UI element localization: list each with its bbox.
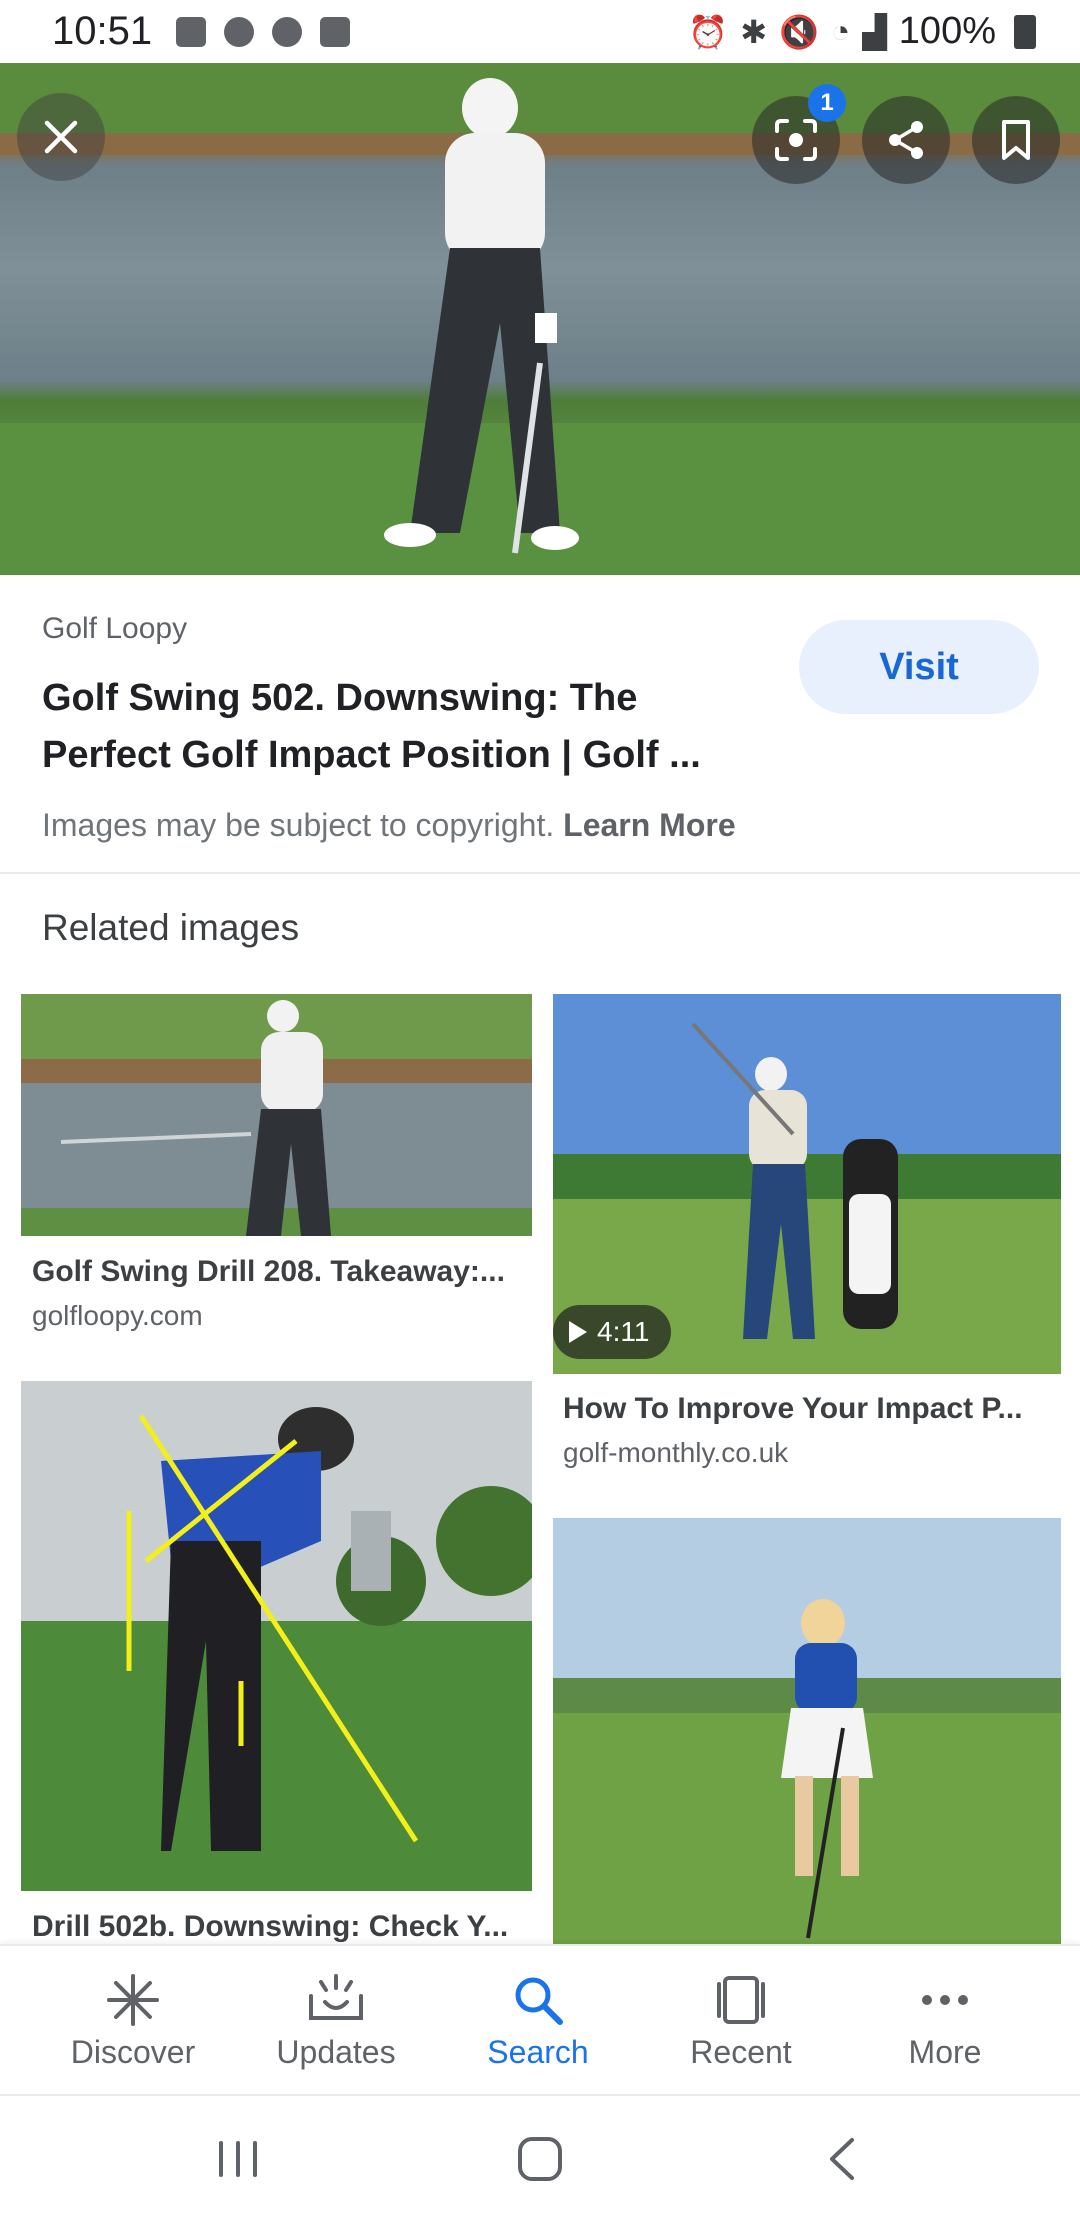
copyright-notice: Images may be subject to copyright. Lear… <box>42 807 736 844</box>
nav-label: Updates <box>276 2033 396 2070</box>
status-time: 10:51 <box>52 9 153 53</box>
battery-saver-icon <box>320 16 351 47</box>
battery-icon <box>1014 14 1036 49</box>
back-button[interactable] <box>802 2126 882 2192</box>
nav-updates[interactable]: Updates <box>236 1946 436 2096</box>
signal-icon: ▟ <box>862 13 887 50</box>
related-title-2[interactable]: How To Improve Your Impact P... <box>563 1392 1051 1426</box>
close-icon <box>44 120 78 154</box>
save-button[interactable] <box>972 96 1060 184</box>
recent-apps-icon <box>219 2141 257 2177</box>
share-icon <box>889 121 923 159</box>
related-domain-1: golfloopy.com <box>32 1300 203 1331</box>
related-image-2[interactable]: 4:11 <box>553 994 1061 1374</box>
main-image[interactable]: 1 <box>0 63 1080 575</box>
section-divider <box>0 872 1080 874</box>
related-title-3[interactable]: Drill 502b. Downswing: Check Y... <box>32 1910 522 1944</box>
updates-icon <box>307 1972 365 2028</box>
back-icon <box>830 2138 854 2180</box>
related-image-3[interactable] <box>21 1381 532 1891</box>
nav-discover[interactable]: Discover <box>33 1946 233 2096</box>
learn-more-link[interactable]: Learn More <box>563 807 735 843</box>
video-duration: 4:11 <box>597 1316 650 1347</box>
nav-label: Recent <box>690 2033 792 2070</box>
page-title-line1: Golf Swing 502. Downswing: The <box>42 677 638 719</box>
source-name: Golf Loopy <box>42 612 188 645</box>
play-icon <box>569 1321 587 1343</box>
related-image-4-picture <box>553 1518 1061 1944</box>
status-bar: 10:51 ⏰ ✱ 🔇 ◔ ▟ 100% <box>0 0 1080 63</box>
nav-label: Search <box>487 2033 589 2070</box>
home-button[interactable] <box>500 2126 580 2192</box>
close-button[interactable] <box>17 93 105 181</box>
wifi-icon: ◔ <box>830 13 851 49</box>
more-dots-icon <box>917 1972 973 2028</box>
system-navigation-bar <box>0 2094 1080 2220</box>
related-image-4[interactable] <box>553 1518 1061 1944</box>
sync-icon <box>272 16 303 47</box>
notification-icon <box>224 16 255 47</box>
bottom-navigation: Discover Updates Search Recent More <box>0 1944 1080 2094</box>
search-icon <box>510 1972 566 2028</box>
related-image-1[interactable] <box>21 994 532 1236</box>
nav-search[interactable]: Search <box>438 1946 638 2096</box>
related-image-3-picture <box>21 1381 532 1891</box>
lens-icon <box>775 119 817 161</box>
bluetooth-icon: ✱ <box>740 13 768 50</box>
share-button[interactable] <box>862 96 950 184</box>
related-domain-2: golf-monthly.co.uk <box>563 1437 789 1468</box>
related-title-1[interactable]: Golf Swing Drill 208. Takeaway:... <box>32 1255 522 1289</box>
nav-label: More <box>908 2033 982 2070</box>
system-icons: ⏰ ✱ 🔇 ◔ ▟ 100% <box>688 10 1036 53</box>
lens-badge: 1 <box>808 84 846 122</box>
home-icon <box>518 2137 562 2181</box>
page-title[interactable]: Golf Swing 502. Downswing: The Perfect G… <box>42 670 762 784</box>
asterisk-icon <box>105 1972 161 2028</box>
recent-apps-button[interactable] <box>198 2126 278 2192</box>
nav-more[interactable]: More <box>845 1946 1045 2096</box>
recent-icon <box>713 1972 769 2028</box>
copyright-text: Images may be subject to copyright. <box>42 807 555 843</box>
nav-label: Discover <box>70 2033 196 2070</box>
mute-icon: 🔇 <box>779 13 819 50</box>
ring-app-icon <box>176 16 207 47</box>
page-title-line2: Perfect Golf Impact Position | Golf ... <box>42 734 701 776</box>
notification-icons <box>176 16 351 47</box>
battery-percent: 100% <box>898 10 996 52</box>
video-duration-badge: 4:11 <box>553 1305 672 1359</box>
visit-button[interactable]: Visit <box>799 620 1039 714</box>
lens-button[interactable]: 1 <box>752 84 846 184</box>
alarm-icon: ⏰ <box>688 13 729 50</box>
bookmark-icon <box>1002 120 1030 160</box>
related-images-heading: Related images <box>42 907 300 948</box>
nav-recent[interactable]: Recent <box>641 1946 841 2096</box>
related-image-1-picture <box>21 994 532 1236</box>
